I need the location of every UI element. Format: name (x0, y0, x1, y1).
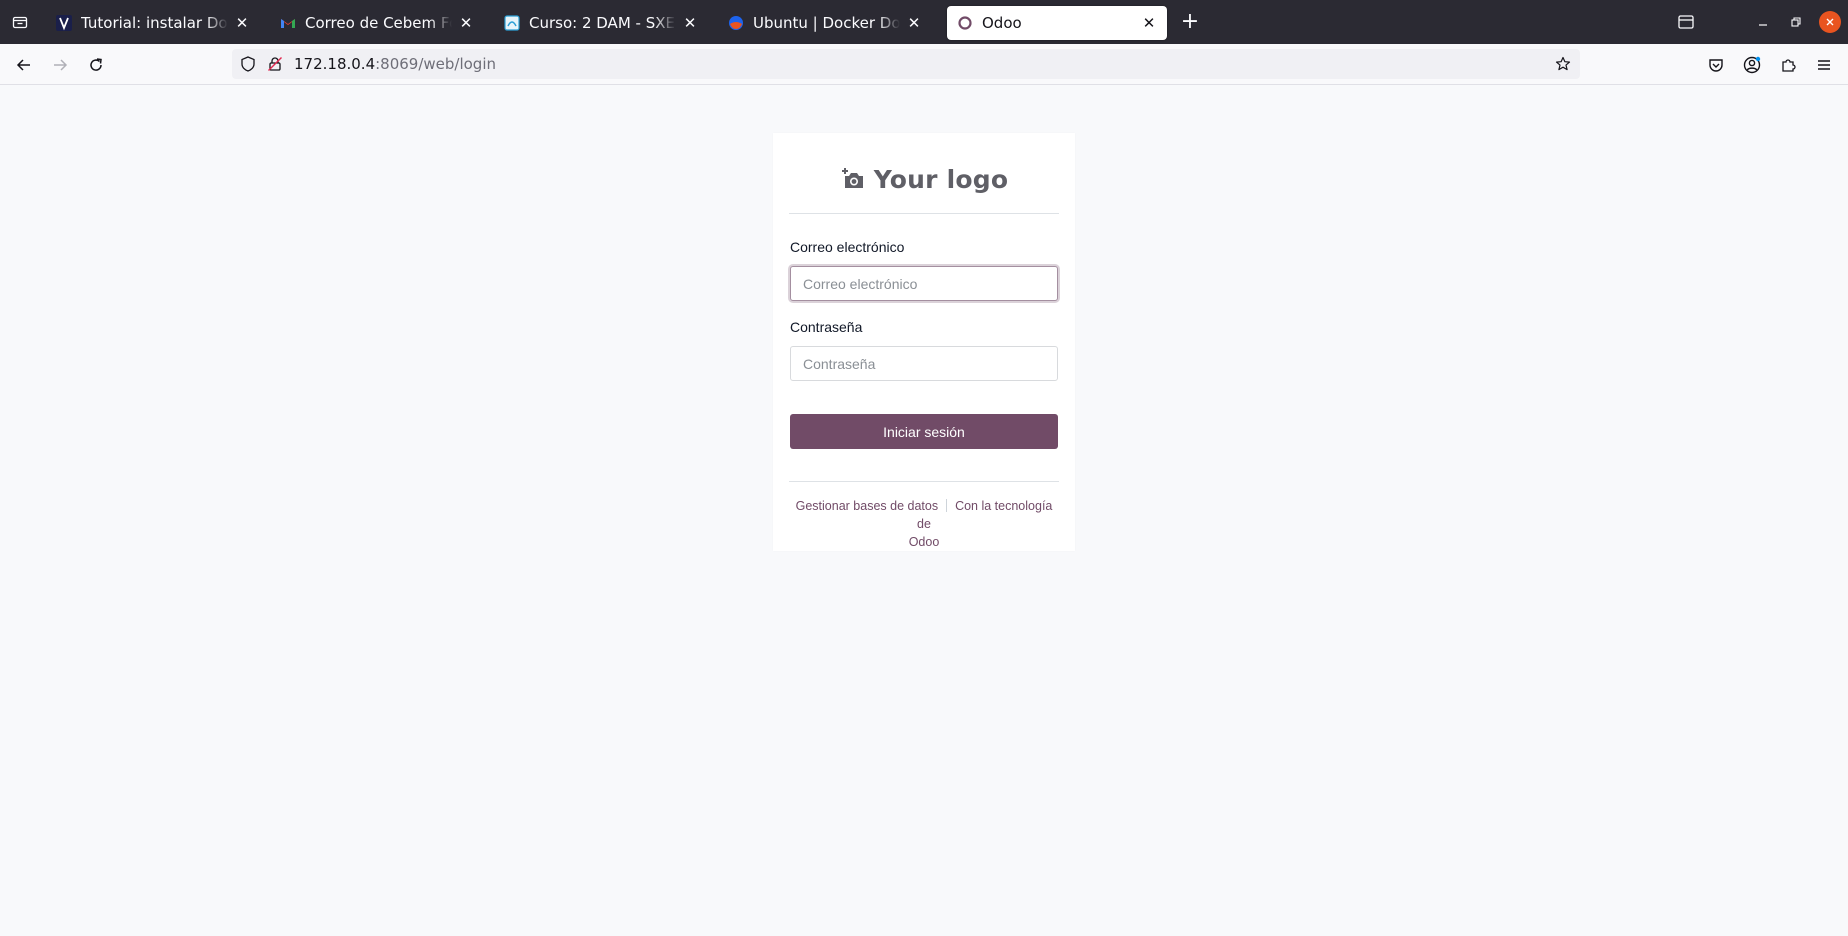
email-label: Correo electrónico (790, 239, 905, 255)
tab-title: Curso: 2 DAM - SXE (Sistem (529, 14, 676, 32)
odoo-brand-link[interactable]: Odoo (909, 535, 940, 549)
star-icon (1555, 56, 1571, 71)
email-field[interactable] (790, 266, 1058, 301)
account-button[interactable] (1739, 52, 1765, 78)
moodle-icon (504, 15, 520, 31)
add-photo-camera-icon (840, 166, 866, 192)
url-path: :8069/web/login (375, 55, 497, 73)
tab-title: Tutorial: instalar Docker C (81, 14, 228, 32)
arrow-right-icon (54, 59, 68, 71)
bookmark-star-button[interactable] (1554, 55, 1572, 73)
navigation-toolbar: 172.18.0.4:8069/web/login (0, 44, 1848, 85)
gmail-icon (280, 15, 296, 31)
close-tab-icon[interactable]: ✕ (682, 15, 698, 31)
tab-docker-tutorial[interactable]: Tutorial: instalar Docker C ✕ (46, 6, 260, 40)
vlogo-icon (56, 15, 72, 31)
url-host: 172.18.0.4 (294, 55, 376, 73)
company-logo-placeholder[interactable]: Your logo (773, 155, 1075, 203)
url-bar[interactable]: 172.18.0.4:8069/web/login (232, 49, 1580, 79)
puzzle-icon (1782, 59, 1796, 72)
docker-icon (728, 15, 744, 31)
firefox-view-button[interactable] (1675, 11, 1697, 33)
logo-text: Your logo (873, 164, 1009, 194)
login-footer: Gestionar bases de datos Con la tecnologí… (789, 497, 1059, 551)
plus-icon: + (1180, 9, 1200, 34)
close-tab-icon[interactable]: ✕ (458, 15, 474, 31)
reload-icon (90, 58, 102, 71)
back-button[interactable] (11, 52, 37, 78)
tab-title: Correo de Cebem Formaci (305, 14, 452, 32)
tab-list-icon (12, 16, 28, 29)
arrow-left-icon (16, 59, 30, 71)
pocket-icon (1709, 59, 1723, 72)
close-tab-icon[interactable]: ✕ (234, 15, 250, 31)
url-text[interactable]: 172.18.0.4:8069/web/login (294, 49, 496, 79)
tab-docker-docs[interactable]: Ubuntu | Docker Docs ✕ (718, 6, 932, 40)
close-tab-icon[interactable]: ✕ (1141, 15, 1157, 31)
hamburger-menu-icon (1818, 60, 1830, 70)
odoo-icon (957, 15, 973, 31)
insecure-lock-icon[interactable] (267, 56, 283, 72)
close-tab-icon[interactable]: ✕ (906, 15, 922, 31)
shield-icon[interactable] (240, 56, 256, 72)
password-field[interactable] (790, 346, 1058, 381)
tab-odoo[interactable]: Odoo ✕ (947, 6, 1167, 40)
close-icon (1826, 18, 1834, 26)
forward-button[interactable] (47, 52, 73, 78)
login-card: Your logo Correo electrónico Contraseña … (773, 133, 1075, 551)
minimize-icon (1759, 24, 1767, 26)
list-all-tabs-button[interactable] (8, 10, 32, 34)
login-button[interactable]: Iniciar sesión (790, 414, 1058, 449)
new-tab-button[interactable]: + (1178, 10, 1202, 34)
password-label: Contraseña (790, 319, 863, 335)
restore-button[interactable] (1785, 11, 1807, 33)
manage-databases-link[interactable]: Gestionar bases de datos (796, 499, 938, 513)
app-menu-button[interactable] (1811, 52, 1837, 78)
divider (789, 213, 1059, 214)
minimize-button[interactable] (1752, 11, 1774, 33)
pocket-button[interactable] (1703, 52, 1729, 78)
close-window-button[interactable] (1819, 11, 1841, 33)
tab-moodle-course[interactable]: Curso: 2 DAM - SXE (Sistem ✕ (494, 6, 708, 40)
tab-title: Odoo (982, 14, 1022, 32)
tab-gmail[interactable]: Correo de Cebem Formaci ✕ (270, 6, 484, 40)
tab-title: Ubuntu | Docker Docs (753, 14, 900, 32)
footer-separator (946, 499, 948, 512)
tab-strip: Tutorial: instalar Docker C ✕ Correo de … (0, 0, 1848, 44)
account-icon (1743, 56, 1761, 74)
window-icon (1678, 15, 1694, 29)
divider (789, 481, 1059, 482)
restore-icon (1791, 17, 1801, 27)
extensions-button[interactable] (1775, 52, 1801, 78)
reload-button[interactable] (83, 52, 109, 78)
